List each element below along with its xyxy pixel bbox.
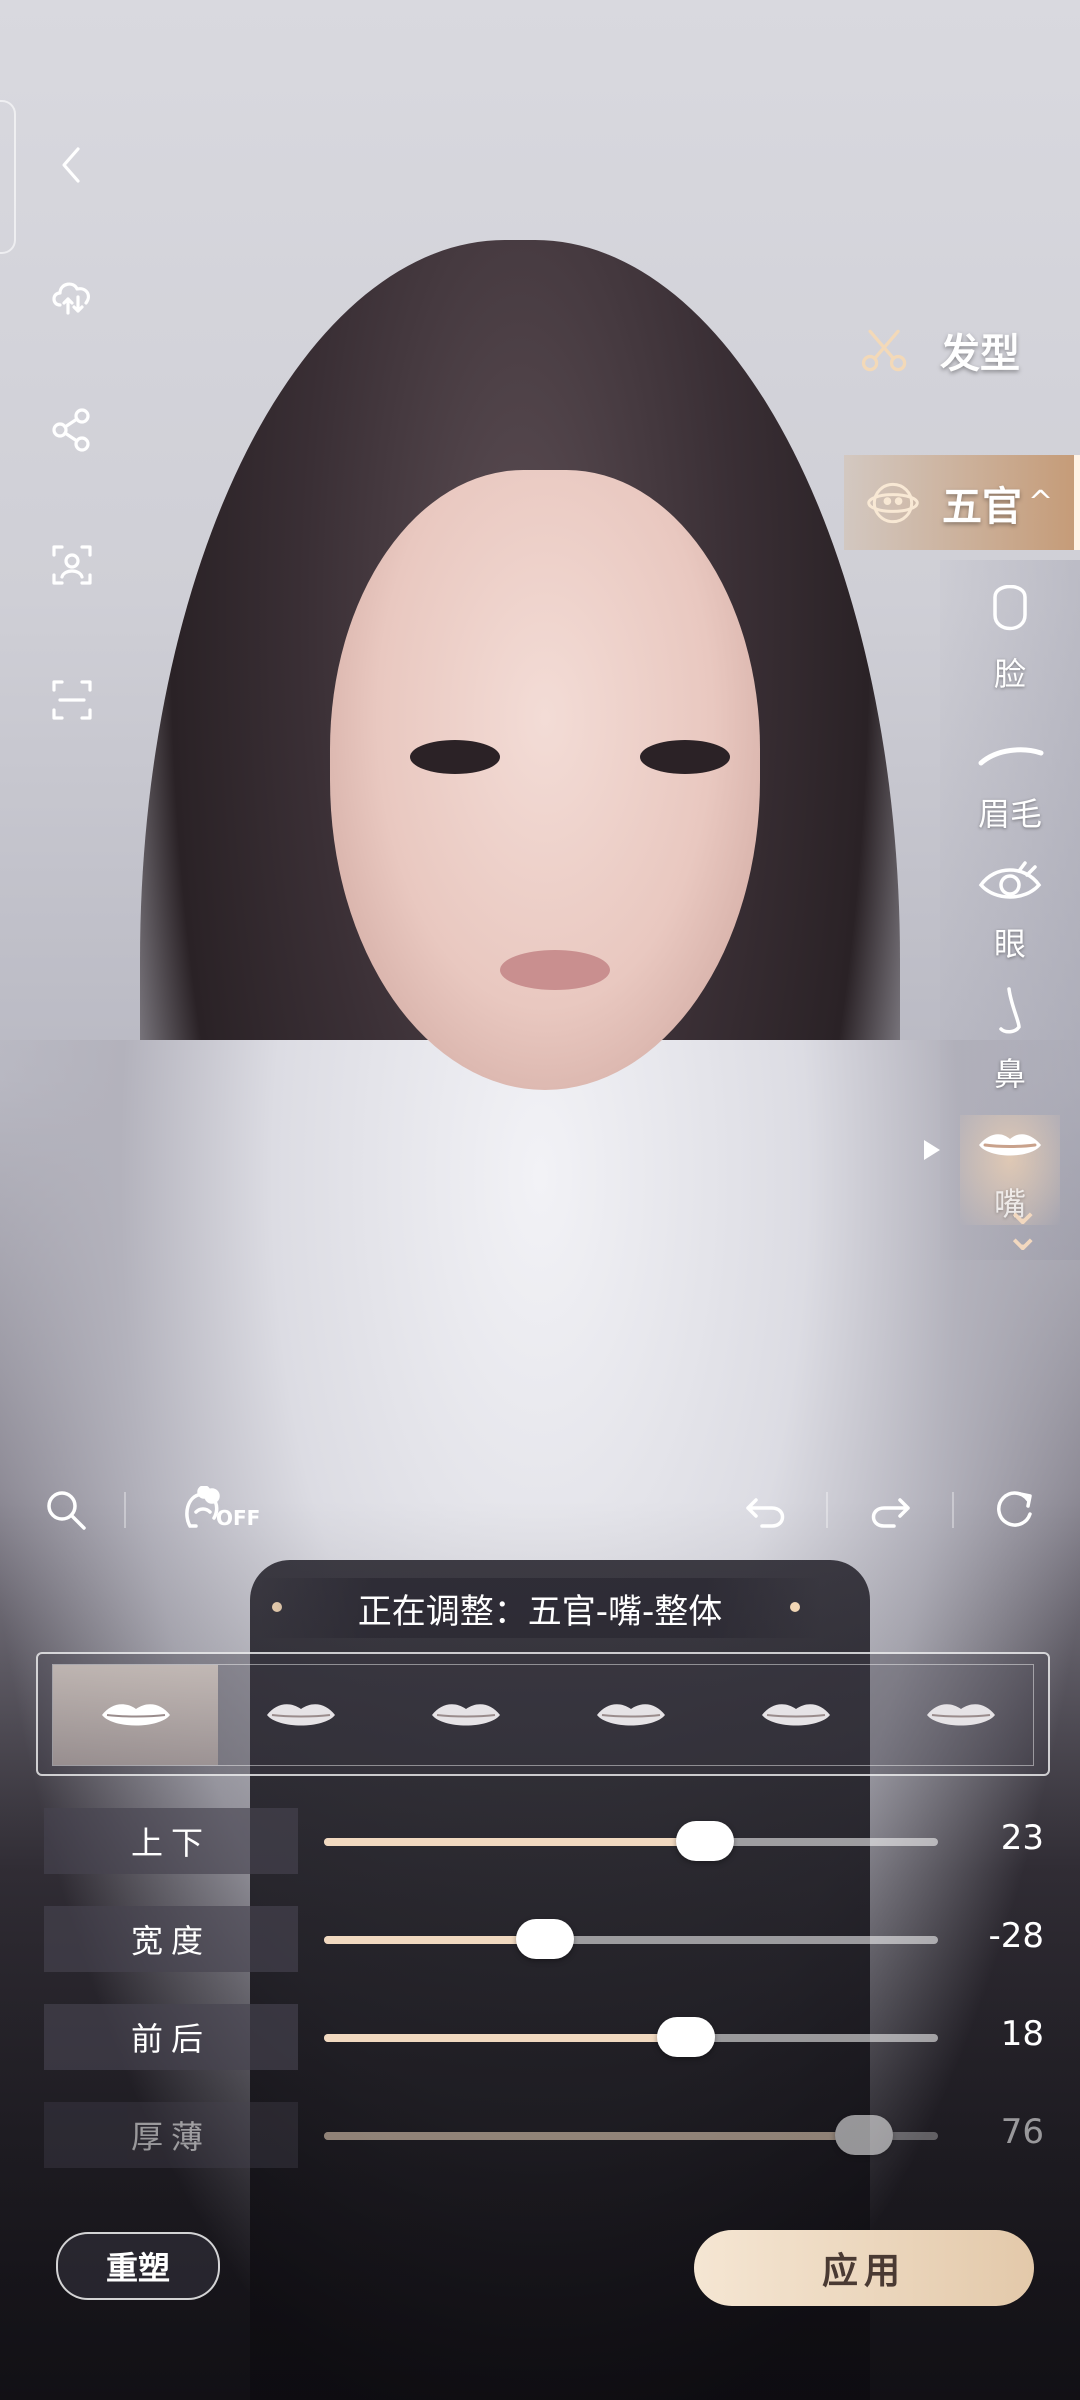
slider-value: 23 [1000,1818,1044,1858]
undo-button[interactable] [736,1480,796,1540]
category-hair[interactable]: 发型 [820,300,1080,400]
slider-value: -28 [988,1916,1044,1956]
character-right-eye [640,740,730,774]
undo-icon [746,1498,785,1528]
toolbar-divider [952,1492,954,1528]
slider-fill [324,1838,705,1846]
preset-list [52,1664,1034,1766]
sub-category-eyebrow[interactable]: 眉毛 [960,725,1060,835]
eyebrow-icon [978,747,1044,766]
apply-button[interactable]: 应用 [694,2230,1034,2306]
redo-button[interactable] [860,1480,920,1540]
lips-preset-icon [761,1704,830,1726]
scissors-icon [850,315,920,385]
refresh-icon [997,1491,1032,1527]
slider-fill [324,2034,687,2042]
slider-value: 76 [1000,2112,1044,2152]
slider-track[interactable] [324,1919,938,1959]
scan-frame-icon [52,680,92,720]
slider-track[interactable] [324,2115,938,2155]
face-scan-button[interactable] [42,535,102,595]
mouth-preset-item[interactable] [548,1665,713,1765]
sub-category-eyebrow-label: 眉毛 [977,795,1042,833]
sub-category-eye-label: 眼 [993,925,1026,963]
sub-category-nose[interactable]: 鼻 [960,985,1060,1095]
category-hair-label: 发型 [940,331,1020,377]
mouth-preset-item[interactable] [53,1665,218,1765]
person-scan-icon [52,545,92,585]
fullscreen-button[interactable] [42,670,102,730]
slider-thumb[interactable] [675,1821,734,1861]
nose-icon [999,987,1021,1034]
category-features[interactable]: 五官 ^ [844,455,1080,550]
slider-track[interactable] [324,2017,938,2057]
mouth-preset-item[interactable] [383,1665,548,1765]
slider-fill [324,2132,865,2140]
slider-row-width: 宽度 -28 [44,1906,1044,1976]
slider-label: 上下 [44,1808,298,1874]
slider-thumb[interactable] [516,1919,575,1959]
mouth-preset-selector [36,1652,1050,1776]
face-outline-icon [993,585,1027,631]
left-edge-tab[interactable] [0,100,16,254]
reset-button[interactable]: 重塑 [56,2232,220,2300]
slider-row-vertical: 上下 23 [44,1808,1044,1878]
lips-preset-icon [431,1704,500,1726]
mouth-preset-item[interactable] [218,1665,383,1765]
chevron-up-icon: ^ [1028,485,1054,520]
character-left-eye [410,740,500,774]
lips-icon [979,1134,1041,1156]
slider-label: 宽度 [44,1906,298,1972]
back-button[interactable] [42,135,102,195]
slider-row-depth: 前后 18 [44,2004,1044,2074]
sub-category-eye[interactable]: 眼 [960,855,1060,965]
slider-fill [324,1936,546,1944]
cloud-sync-button[interactable] [42,265,102,325]
category-features-label: 五官 [942,483,1022,530]
slider-label: 厚薄 [44,2102,298,2168]
slider-thumb[interactable] [835,2115,894,2155]
sub-category-nose-label: 鼻 [993,1055,1026,1093]
slider-row-thickness: 厚薄 76 [44,2102,1044,2172]
slider-value: 18 [1000,2014,1044,2054]
character-face [330,470,760,1090]
lips-preset-icon [101,1704,170,1726]
face-globe-icon [858,468,928,538]
slider-thumb[interactable] [657,2017,716,2057]
mouth-preset-item[interactable] [878,1665,1033,1765]
hair-toggle-off-label: OFF [216,1506,261,1530]
slider-label: 前后 [44,2004,298,2070]
share-button[interactable] [42,400,102,460]
eye-icon [978,861,1042,899]
zoom-button[interactable] [36,1480,96,1540]
chevron-left-icon [62,147,80,183]
toolbar-divider [826,1492,828,1528]
character-lips [500,950,610,990]
adjusting-status: 正在调整：五官-嘴-整体 [260,1578,820,1638]
lips-preset-icon [266,1704,335,1726]
mouth-preset-item[interactable] [713,1665,878,1765]
toolbar-divider [124,1492,126,1528]
slider-track[interactable] [324,1821,938,1861]
sub-category-face-label: 脸 [993,655,1026,693]
refresh-button[interactable] [984,1480,1044,1540]
search-icon [47,1491,86,1530]
sub-category-face[interactable]: 脸 [960,585,1060,695]
lips-preset-icon [926,1704,995,1726]
share-icon [52,408,90,452]
cloud-sync-icon [52,282,90,315]
redo-icon [871,1498,910,1528]
lips-preset-icon [596,1704,665,1726]
banner-dot [790,1602,800,1612]
active-pointer-icon [924,1140,940,1160]
chevron-down-double-icon[interactable]: ⌄ ⌄ [1003,1185,1042,1257]
